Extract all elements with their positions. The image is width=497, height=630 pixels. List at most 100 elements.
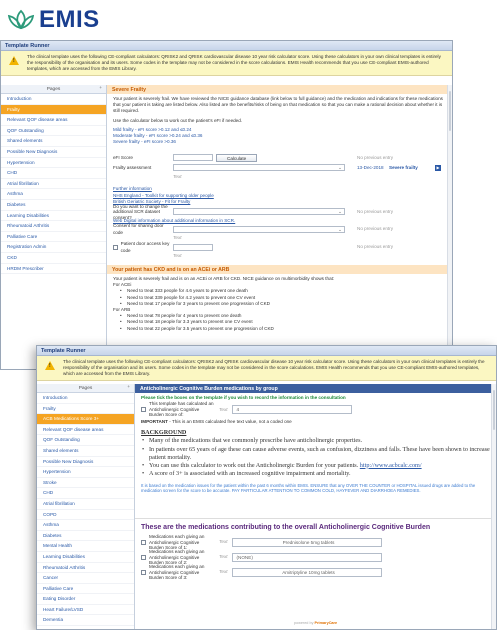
sidebar-item-hypertension[interactable]: Hypertension [1, 158, 106, 169]
no-previous-entry: No previous entry [357, 226, 394, 232]
window-body: Pages + Introduction Frailty ACB Medication… [37, 384, 496, 629]
no-previous-entry: No previous entry [357, 208, 394, 214]
text-placeholder: Text [219, 569, 228, 575]
sidebar-item-copd[interactable]: COPD [37, 510, 134, 521]
medication-checkbox[interactable] [141, 569, 146, 575]
sidebar-item-asthma[interactable]: Asthma [37, 520, 134, 531]
text-placeholder: Text [173, 253, 182, 259]
medication-label: Medications each giving an Anticholinerg… [149, 564, 205, 581]
warning-icon [9, 56, 19, 65]
sidebar-item-mental-health[interactable]: Mental Health [37, 541, 134, 552]
sidebar-item-frailty[interactable]: Frailty [1, 104, 106, 116]
sidebar-item-cancer[interactable]: Cancer [37, 573, 134, 584]
sidebar-item-learning-disabilities[interactable]: Learning Disabilities [1, 211, 106, 222]
medication-row: Medications each giving an Anticholinerg… [141, 564, 490, 581]
window-body: Pages + Introduction Frailty Relevant QOF d… [1, 85, 452, 369]
window-title: Template Runner [1, 41, 452, 51]
door-code-consent-select[interactable]: ⌄ [173, 226, 345, 234]
sidebar-item-asthma[interactable]: Asthma [1, 189, 106, 200]
door-code-checkbox[interactable] [113, 245, 118, 251]
sidebar-item-diabetes[interactable]: Diabetes [37, 531, 134, 542]
text-placeholder: Text [219, 406, 228, 412]
sidebar-item-frailty[interactable]: Frailty [37, 404, 134, 415]
medications-title: These are the medications contributing t… [141, 523, 431, 531]
door-code-input[interactable] [173, 244, 213, 252]
sidebar-item-heart-failure-lvsd[interactable]: Heart Failure/LVSD [37, 605, 134, 616]
sidebar-item-shared-elements[interactable]: Shared elements [37, 446, 134, 457]
play-icon[interactable]: ▶ [435, 164, 441, 171]
calculator-hint: Use the calculator below to work out the… [113, 117, 243, 123]
section-severe-frailty: Severe Frailty [107, 85, 452, 94]
sidebar-item-diabetes[interactable]: Diabetes [1, 200, 106, 211]
scrollbar[interactable] [447, 85, 452, 369]
sidebar-item-shared-elements[interactable]: Shared elements [1, 136, 106, 147]
sidebar-item-registration-admin[interactable]: Registration Admin [1, 242, 106, 253]
text-placeholder: Text [219, 554, 228, 560]
important-label: IMPORTANT [141, 419, 168, 425]
medication-checkbox[interactable] [141, 554, 146, 560]
pages-header: Pages + [1, 85, 106, 94]
acb-score-field[interactable]: 4 [231, 405, 352, 415]
text-placeholder: Text [173, 173, 182, 179]
scr-question: Do you want to change the additional SCR… [113, 203, 168, 220]
expand-icon[interactable]: + [127, 385, 130, 390]
section-ckd: Your patient has CKD and is on an ACEi o… [107, 265, 452, 275]
frailty-assessment-select[interactable]: ⌄ [173, 164, 345, 172]
page-content: Severe Frailty Your patient is severely … [107, 85, 452, 369]
chevron-down-icon: ⌄ [338, 209, 342, 215]
efi-label: eFI Score [113, 154, 133, 160]
sidebar-item-possible-new-diagnosis[interactable]: Possible New Diagnosis [1, 147, 106, 158]
sidebar-item-chd[interactable]: CHD [1, 168, 106, 179]
sidebar-item-relevant-qof-disease-areas[interactable]: Relevant QOF disease areas [37, 425, 134, 436]
pages-sidebar: Pages + Introduction Frailty Relevant QOF d… [1, 85, 107, 369]
sidebar-item-pad[interactable]: PAD [37, 626, 134, 629]
template-runner-window-front: Template Runner The clinical template us… [36, 345, 497, 630]
sidebar-item-stroke[interactable]: Stroke [37, 478, 134, 489]
chevron-down-icon: ⌄ [338, 165, 342, 171]
medication-row: Medications each giving an Anticholinerg… [141, 534, 490, 550]
calculate-button[interactable]: Calculate [216, 153, 258, 162]
sidebar-item-introduction[interactable]: Introduction [1, 94, 106, 105]
tick-instruction: Please tick the boxes on the template if… [141, 395, 346, 400]
frailty-intro: Your patient is severely frail. We have … [113, 96, 443, 114]
sidebar-item-learning-disabilities[interactable]: Learning Disabilities [37, 552, 134, 563]
medication-field[interactable]: (NONE) [231, 552, 382, 562]
medication-row: Medications each giving an Anticholinerg… [141, 549, 490, 565]
warning-icon [45, 361, 55, 370]
chevron-down-icon: ⌄ [338, 227, 342, 233]
list-item: Need to treat 22 people for 3.5 years to… [113, 326, 446, 332]
text-placeholder: Text [173, 235, 182, 241]
expand-icon[interactable]: + [99, 86, 102, 91]
efi-score-input[interactable] [173, 154, 213, 162]
medication-checkbox[interactable] [141, 539, 146, 545]
sidebar-item-dementia[interactable]: Dementia [37, 615, 134, 627]
sidebar-item-rheumatoid-arthritis[interactable]: Rheumatoid Arthritis [1, 221, 106, 232]
sidebar-item-ckd[interactable]: CKD [1, 253, 106, 264]
sidebar-item-chd[interactable]: CHD [37, 488, 134, 499]
frailty-date: 13-Dec-2018 [357, 164, 384, 170]
pages-header: Pages + [37, 384, 134, 393]
sidebar-item-rheumatoid-arthritis[interactable]: Rheumatoid Arthritis [37, 563, 134, 574]
sidebar-item-palliative-care[interactable]: Palliative Care [1, 232, 106, 243]
sidebar-item-qof-outstanding[interactable]: QOF Outstanding [37, 435, 134, 446]
sidebar-item-atrial-fibrillation[interactable]: Atrial fibrillation [1, 179, 106, 190]
notice-text: The clinical template uses the following… [27, 54, 441, 71]
notice-text: The clinical template uses the following… [63, 359, 485, 376]
sidebar-item-hrdm-prescriber[interactable]: HRDM Prescriber [1, 264, 106, 275]
sidebar-item-atrial-fibrillation[interactable]: Atrial fibrillation [37, 499, 134, 510]
sidebar-item-hypertension[interactable]: Hypertension [37, 467, 134, 478]
scr-consent-select[interactable]: ⌄ [173, 208, 345, 216]
sidebar-item-introduction[interactable]: Introduction [37, 393, 134, 404]
sidebar-item-acb-medications-score-3[interactable]: ACB Medications Score 3+ [37, 414, 134, 425]
severe-frailty: Severe frailty - eFI score >0.36 [113, 139, 176, 145]
medication-field[interactable]: Prednisolone 5mg tablets [231, 537, 382, 547]
sidebar-item-eating-disorder[interactable]: Eating Disorder [37, 594, 134, 605]
sidebar-item-relevant-qof-disease-areas[interactable]: Relevant QOF disease areas [1, 115, 106, 126]
acb-score-checkbox[interactable] [141, 407, 146, 413]
sidebar-item-possible-new-diagnosis[interactable]: Possible New Diagnosis [37, 457, 134, 468]
medication-field[interactable]: Amitriptyline 10mg tablets [231, 567, 382, 577]
sidebar-item-qof-outstanding[interactable]: QOF Outstanding [1, 126, 106, 137]
acbcalc-link[interactable]: http://www.acbcalc.com/ [360, 462, 422, 469]
sidebar-item-palliative-care[interactable]: Palliative Care [37, 584, 134, 595]
scrollbar[interactable] [491, 384, 496, 629]
